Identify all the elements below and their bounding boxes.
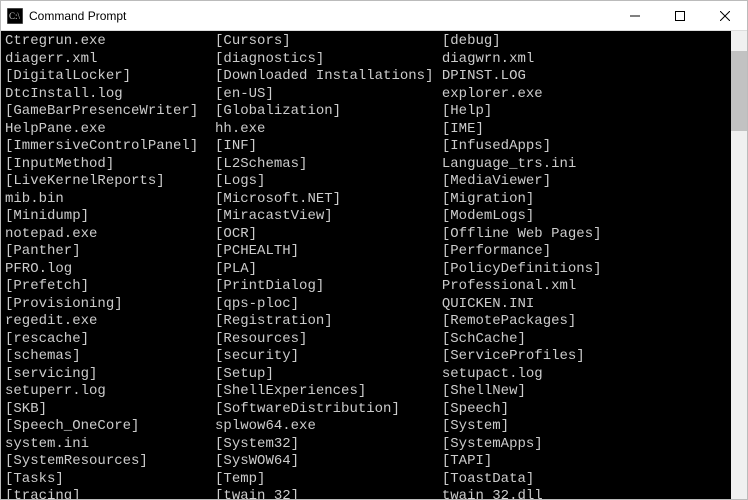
maximize-button[interactable]	[657, 1, 702, 30]
window-frame: C:\ Command Prompt Ctregrun.exe [Cursors…	[0, 0, 748, 500]
window-title: Command Prompt	[29, 9, 612, 23]
titlebar[interactable]: C:\ Command Prompt	[1, 1, 747, 31]
console-output[interactable]: Ctregrun.exe [Cursors] [debug] diagerr.x…	[1, 31, 731, 499]
console-area: Ctregrun.exe [Cursors] [debug] diagerr.x…	[1, 31, 747, 499]
window-controls	[612, 1, 747, 30]
svg-text:C:\: C:\	[9, 11, 21, 21]
cmd-icon: C:\	[7, 8, 23, 24]
close-button[interactable]	[702, 1, 747, 30]
scrollbar-thumb[interactable]	[731, 51, 747, 131]
vertical-scrollbar[interactable]	[731, 31, 747, 499]
minimize-button[interactable]	[612, 1, 657, 30]
